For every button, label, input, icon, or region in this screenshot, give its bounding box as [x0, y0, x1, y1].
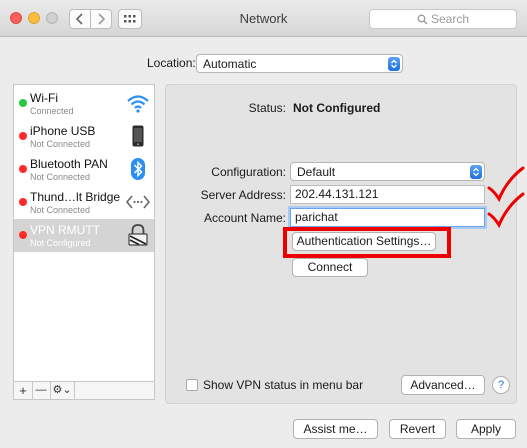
service-status: Not Connected [30, 205, 91, 215]
checkmark-icon [487, 192, 525, 229]
service-status: Not Configured [30, 238, 91, 248]
service-item-iphone-usb[interactable]: iPhone USB Not Connected [14, 120, 154, 153]
service-status: Connected [30, 106, 74, 116]
status-dot [19, 198, 27, 206]
iphone-icon [132, 125, 144, 147]
thunderbolt-bridge-icon [126, 195, 150, 209]
show-vpn-status-checkbox[interactable] [186, 379, 198, 391]
account-name-field[interactable]: parichat [290, 208, 485, 227]
server-address-label: Server Address: [200, 188, 286, 202]
service-item-vpn-rmutt[interactable]: VPN RMUTT Not Configured [14, 219, 154, 252]
service-list: Wi-Fi Connected iPhone USB Not Connected… [13, 84, 155, 399]
assist-me-button[interactable]: Assist me… [293, 419, 378, 439]
wifi-icon [127, 95, 149, 113]
gear-menu-button[interactable]: ⚙⌄ [50, 382, 75, 399]
service-name: Thund…lt Bridge [30, 190, 121, 204]
search-field[interactable]: Search [369, 9, 517, 29]
status-dot [19, 132, 27, 140]
search-icon [417, 14, 428, 25]
location-label: Location: [147, 56, 196, 70]
connect-button[interactable]: Connect [292, 258, 368, 277]
server-address-field[interactable]: 202.44.131.121 [290, 185, 485, 204]
location-popup[interactable]: Automatic [196, 54, 403, 73]
service-status: Not Connected [30, 172, 91, 182]
popup-arrows-icon [388, 57, 400, 71]
service-list-toolbar: + — ⚙⌄ [13, 381, 155, 400]
service-name: iPhone USB [30, 124, 96, 138]
status-value: Not Configured [293, 101, 381, 115]
vpn-lock-icon [128, 224, 148, 246]
popup-arrows-icon [470, 165, 482, 179]
status-dot [19, 165, 27, 173]
search-placeholder: Search [430, 12, 470, 26]
service-item-bluetooth-pan[interactable]: Bluetooth PAN Not Connected [14, 153, 154, 186]
service-name: Wi-Fi [30, 91, 58, 105]
status-dot [19, 99, 27, 107]
status-dot [19, 231, 27, 239]
location-value: Automatic [203, 57, 257, 71]
service-item-thunderbolt-bridge[interactable]: Thund…lt Bridge Not Connected [14, 186, 154, 219]
revert-button[interactable]: Revert [389, 419, 446, 439]
remove-service-button[interactable]: — [32, 382, 51, 399]
show-vpn-status-label: Show VPN status in menu bar [203, 378, 364, 392]
authentication-settings-button[interactable]: Authentication Settings… [292, 232, 436, 251]
help-button[interactable]: ? [492, 376, 510, 394]
add-service-button[interactable]: + [14, 382, 33, 399]
account-name-label: Account Name: [203, 211, 286, 225]
advanced-button[interactable]: Advanced… [401, 375, 485, 395]
service-name: VPN RMUTT [30, 223, 100, 237]
title-bar: Network Search [0, 0, 527, 37]
configuration-value: Default [297, 165, 336, 179]
service-item-wifi[interactable]: Wi-Fi Connected [14, 87, 154, 120]
service-name: Bluetooth PAN [30, 157, 108, 171]
configuration-label: Configuration: [211, 165, 286, 179]
apply-button[interactable]: Apply [456, 419, 516, 439]
status-label: Status: [248, 101, 286, 115]
network-preferences-window: Network Search Location: Automatic Wi-Fi… [0, 0, 527, 448]
service-status: Not Connected [30, 139, 91, 149]
bluetooth-icon [131, 158, 145, 180]
configuration-popup[interactable]: Default [290, 162, 485, 181]
